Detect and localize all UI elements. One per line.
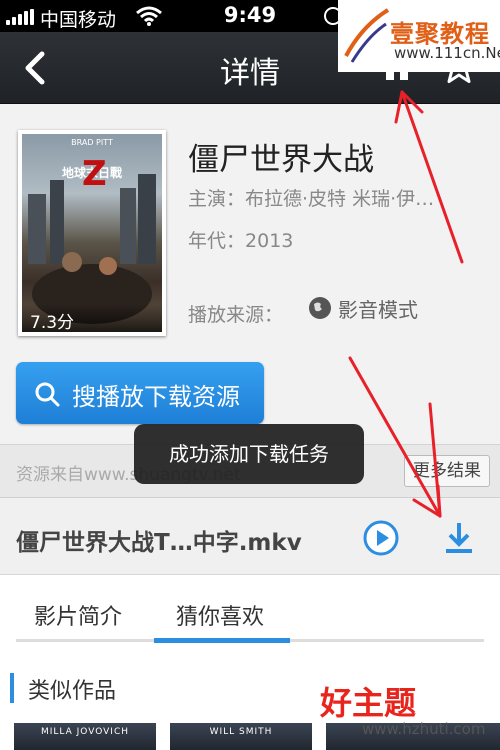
search-resources-button[interactable]: 搜播放下载资源	[16, 362, 264, 424]
movie-title: 僵尸世界大战	[188, 142, 374, 178]
watermark-url: www.111cn.Net	[394, 44, 500, 62]
play-icon[interactable]	[362, 519, 400, 557]
poster-image: BRAD PITT 地球末日戰 Z	[22, 134, 162, 332]
watermark-logo: 好主题	[320, 684, 417, 722]
year-value: 2013	[245, 230, 294, 252]
search-button-label: 搜播放下载资源	[72, 383, 240, 411]
tab-bar: 影片简介 猜你喜欢	[0, 575, 500, 651]
cast-value: 布拉德·皮特 米瑞·伊…	[245, 188, 435, 210]
tab-indicator	[154, 638, 290, 643]
brand-logo-icon	[344, 8, 390, 63]
thumb-caption: WILL SMITH	[209, 727, 273, 737]
similar-thumb[interactable]: MILLA JOVOVICH	[14, 723, 156, 750]
more-results-button[interactable]: 更多结果	[404, 455, 490, 487]
watermark-bottom: 好主题 www.hzhuti.com	[300, 672, 500, 750]
rating-badge: 7.3分	[22, 304, 162, 333]
thumb-caption: MILLA JOVOVICH	[40, 727, 130, 737]
tab-synopsis[interactable]: 影片简介	[34, 599, 122, 631]
tab-recommendations[interactable]: 猜你喜欢	[176, 599, 264, 631]
similar-heading: 类似作品	[28, 679, 117, 704]
source-label: 播放来源：	[188, 304, 284, 326]
year-row: 年代：2013	[188, 226, 293, 253]
source-mode[interactable]: 影音模式	[338, 294, 418, 323]
cast-row: 主演：布拉德·皮特 米瑞·伊…	[188, 184, 434, 211]
file-name: 僵尸世界大战T…中字.mkv	[16, 530, 302, 556]
cast-label: 主演：	[188, 188, 246, 210]
toast-message: 成功添加下载任务	[134, 424, 364, 484]
watermark-bottom-url: www.hzhuti.com	[362, 720, 486, 738]
poster-z-mark: Z	[82, 154, 107, 194]
year-label: 年代：	[188, 230, 246, 252]
watermark-top: 壹聚教程 www.111cn.Net	[338, 0, 500, 72]
similar-thumb[interactable]: WILL SMITH	[170, 723, 312, 750]
download-icon[interactable]	[440, 519, 478, 557]
section-marker	[10, 673, 14, 703]
movie-poster[interactable]: BRAD PITT 地球末日戰 Z 7.3分	[18, 130, 166, 336]
globe-icon	[309, 297, 331, 319]
search-icon	[35, 382, 60, 407]
file-row[interactable]: 僵尸世界大战T…中字.mkv	[0, 499, 500, 575]
